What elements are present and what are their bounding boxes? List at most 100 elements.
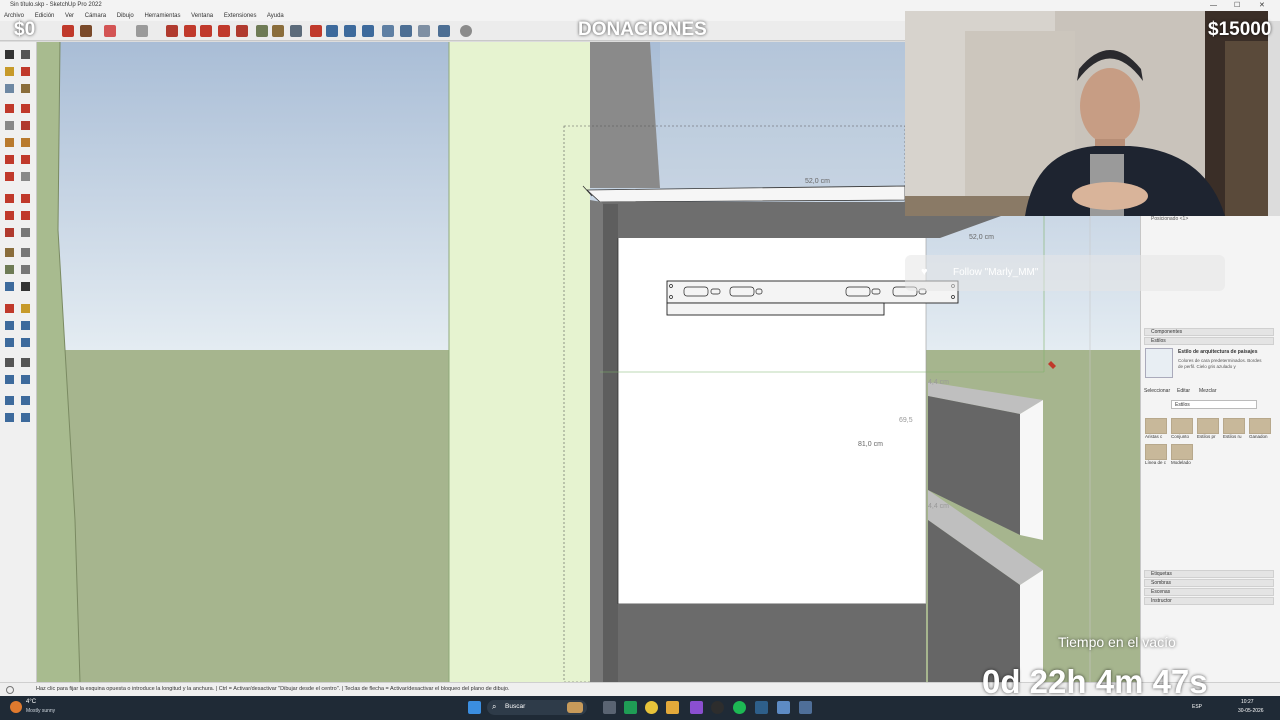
close-button[interactable]: ✕ [1259,0,1265,11]
webcam-image [905,11,1268,216]
language-indicator[interactable]: ESP [1192,704,1202,710]
tape-measure-icon[interactable] [256,25,268,37]
task-view-icon[interactable] [603,701,616,714]
style-thumb-label-3: Estilos pr [1197,434,1216,439]
move-icon[interactable] [166,25,178,37]
donation-goal: $15000 [1208,19,1272,40]
app-blue-icon[interactable] [799,701,812,714]
excel-icon[interactable] [624,701,637,714]
tab-seleccionar[interactable]: Seleccionar [1144,388,1170,394]
window-title: Sin título.skp - SketchUp Pro 2022 [10,2,102,8]
style-thumb-5[interactable] [1249,418,1271,434]
styles-dropdown-value: Estilos [1175,402,1190,408]
search-label: Buscar [505,703,526,710]
tool-palette [0,42,37,682]
style-thumb-label-2: Conjunto [1171,434,1190,439]
start-icon[interactable] [468,701,481,714]
live-time-label: Tiempo en el vacío [1058,634,1176,650]
search-highlight-icon [567,702,583,713]
eraser-icon[interactable] [62,25,74,37]
menu-extensiones[interactable]: Extensiones [224,13,257,19]
pan-icon[interactable] [326,25,338,37]
follow-alert-text: Follow "Marly_MM" [953,267,1039,278]
freehand-icon[interactable] [104,25,116,37]
tab-mezclar[interactable]: Mezclar [1199,388,1217,394]
style-name: Estilo de arquitectura de paisajes [1178,349,1258,355]
menu-ayuda[interactable]: Ayuda [267,13,284,19]
spotify-icon[interactable] [733,701,746,714]
obs-icon[interactable] [711,701,724,714]
zoom-icon[interactable] [344,25,356,37]
rotate-icon[interactable] [200,25,212,37]
clock-time[interactable]: 10:27 [1241,699,1254,705]
search-icon: ⌕ [492,702,497,711]
panel-styles[interactable]: Estilos [1144,337,1274,345]
style-thumb-label-1: Aristas c [1145,434,1163,439]
panel-instructor-label: Instructor [1151,598,1172,604]
panel-instructor[interactable]: Instructor [1144,597,1274,605]
menu-edicion[interactable]: Edición [35,13,55,19]
style-thumb-label-6: Línea de c [1145,460,1167,465]
dimension-height-main: 81,0 cm [858,441,883,448]
weather-icon[interactable] [10,701,22,713]
panel-sombras[interactable]: Sombras [1144,579,1274,587]
minimize-button[interactable]: — [1210,0,1217,11]
dimension-side-small-2: 4,4 cm [928,379,950,386]
warehouse-icon[interactable] [382,25,394,37]
chrome-icon[interactable] [645,701,658,714]
style-thumb-6[interactable] [1145,444,1167,460]
layout-icon[interactable] [418,25,430,37]
orbit-icon[interactable] [310,25,322,37]
taskbar-search[interactable]: ⌕ Buscar [487,700,587,715]
panel-styles-label: Estilos [1151,338,1166,344]
style-preview-icon [1145,348,1173,378]
sketchup-icon[interactable] [777,701,790,714]
push-pull-icon[interactable] [184,25,196,37]
rectangle-tool-icon[interactable] [136,25,148,37]
extension-warehouse-icon[interactable] [400,25,412,37]
tray-top-label: Posicionado <1> [1151,216,1189,222]
file-explorer-icon[interactable] [666,701,679,714]
weather-desc: Mostly sunny [26,708,56,714]
tool-palette-icons[interactable] [0,42,37,682]
menu-camara[interactable]: Cámara [85,13,106,19]
menu-ver[interactable]: Ver [65,13,74,19]
styles-dropdown[interactable]: Estilos [1171,400,1257,409]
panel-etiquetas-label: Etiquetas [1151,571,1172,577]
menu-herramientas[interactable]: Herramientas [144,13,180,19]
maximize-button[interactable]: ☐ [1234,0,1240,11]
dimension-width-side: 52,0 cm [969,234,994,241]
line-tool-icon[interactable] [80,25,92,37]
clock-date[interactable]: 30-05-2026 [1238,708,1264,714]
follow-me-icon[interactable] [218,25,230,37]
dimension-width-top: 52,0 cm [805,178,830,185]
status-hint: Haz clic para fijar la esquina opuesta o… [36,686,510,692]
style-thumb-3[interactable] [1197,418,1219,434]
style-thumb-4[interactable] [1223,418,1245,434]
main-toolbar [0,21,905,41]
dimension-icon[interactable] [272,25,284,37]
steam-icon[interactable] [755,701,768,714]
menu-dibujo[interactable]: Dibujo [117,13,134,19]
styles-icon[interactable] [438,25,450,37]
style-thumb-2[interactable] [1171,418,1193,434]
style-thumb-1[interactable] [1145,418,1167,434]
panel-escenas[interactable]: Escenas [1144,588,1274,596]
paint-bucket-icon[interactable] [290,25,302,37]
panel-sombras-label: Sombras [1151,580,1172,586]
zoom-extents-icon[interactable] [362,25,374,37]
settings-icon[interactable] [460,25,472,37]
style-thumb-7[interactable] [1171,444,1193,460]
webcam-feed [905,11,1268,216]
panel-etiquetas[interactable]: Etiquetas [1144,570,1274,578]
panel-components[interactable]: Componentes [1144,328,1274,336]
app-purple-icon[interactable] [690,701,703,714]
dimension-side-small-1: 69,5 [899,417,913,424]
menu-ventana[interactable]: Ventana [191,13,213,19]
tab-editar[interactable]: Editar [1177,388,1190,394]
follow-alert: ♥ Follow "Marly_MM" [905,255,1225,291]
donation-title: DONACIONES [578,19,707,40]
info-icon[interactable] [6,686,14,694]
scale-icon[interactable] [236,25,248,37]
heart-icon: ♥ [921,266,928,278]
